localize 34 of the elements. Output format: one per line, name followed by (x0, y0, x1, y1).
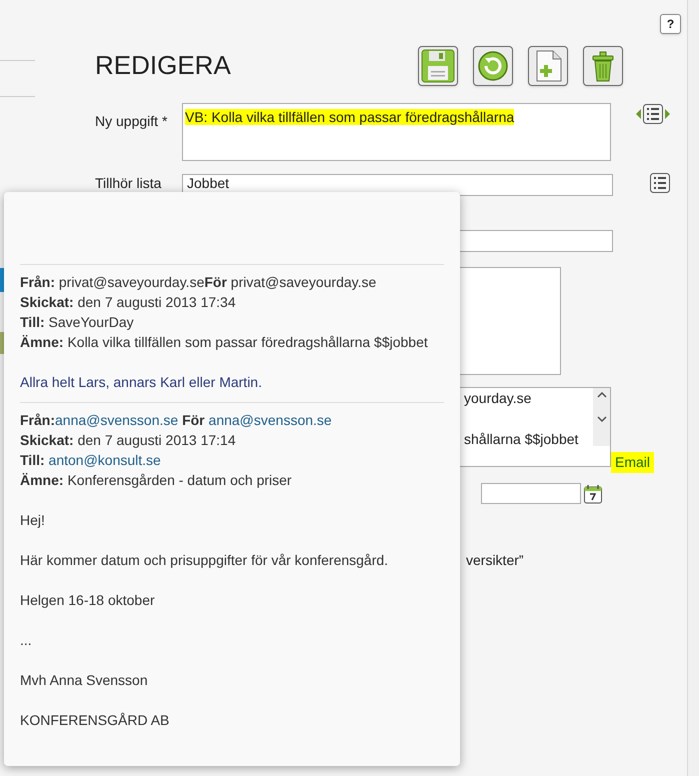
email-header-line: Ämne: Kolla vilka tillfällen som passar föredragshållarna $$jobbet (20, 333, 429, 352)
email-body-text: Mvh Anna Svensson (20, 671, 149, 690)
delete-button[interactable] (583, 46, 623, 86)
help-button[interactable]: ? (660, 14, 681, 34)
email-header-line: Ämne: Konferensgården - datum och priser (20, 471, 293, 490)
scroll-down-icon[interactable] (596, 416, 606, 422)
notes-text: shållarna $$jobbet (464, 430, 580, 449)
email-header-line: Från:anna@svensson.se För anna@svensson.se (20, 411, 333, 430)
email-header-line: Skickat: den 7 augusti 2013 17:34 (20, 293, 237, 312)
page-title: REDIGERA (95, 49, 232, 82)
field-label: Ny uppgift * (95, 112, 168, 131)
reset-button[interactable] (473, 46, 513, 86)
new-button[interactable] (528, 46, 568, 86)
scrollbar[interactable] (593, 388, 610, 446)
body-text: versikter” (466, 551, 525, 570)
list-icon[interactable] (650, 173, 670, 193)
date-field[interactable] (481, 483, 581, 504)
save-button[interactable] (418, 46, 458, 86)
email-body-text: Hej! (20, 511, 46, 530)
email-body-text: Helgen 16-18 oktober (20, 591, 156, 610)
email-link[interactable]: Email (611, 452, 654, 473)
email-body-text: ... (20, 631, 33, 650)
email-header-line: Skickat: den 7 augusti 2013 17:14 (20, 431, 237, 450)
email-body-text: Allra helt Lars, annars Karl eller Martin. (20, 373, 263, 392)
field-label: Tillhör lista (95, 175, 162, 191)
email-body-text: KONFERENSGÅRD AB (20, 711, 170, 730)
notes-text: yourday.se (464, 389, 532, 408)
calendar-icon[interactable] (584, 484, 602, 504)
email-header-line: Till: SaveYourDay (20, 313, 135, 332)
email-body-text: Här kommer datum och prisuppgifter för vår konferensgård. (20, 551, 390, 570)
scroll-up-icon[interactable] (596, 392, 606, 398)
email-header-line: Från: privat@saveyourday.seFör privat@saveyourday.se (20, 273, 378, 292)
email-header-line: Till: anton@konsult.se (20, 451, 162, 470)
list-arrows-icon[interactable] (636, 104, 670, 124)
